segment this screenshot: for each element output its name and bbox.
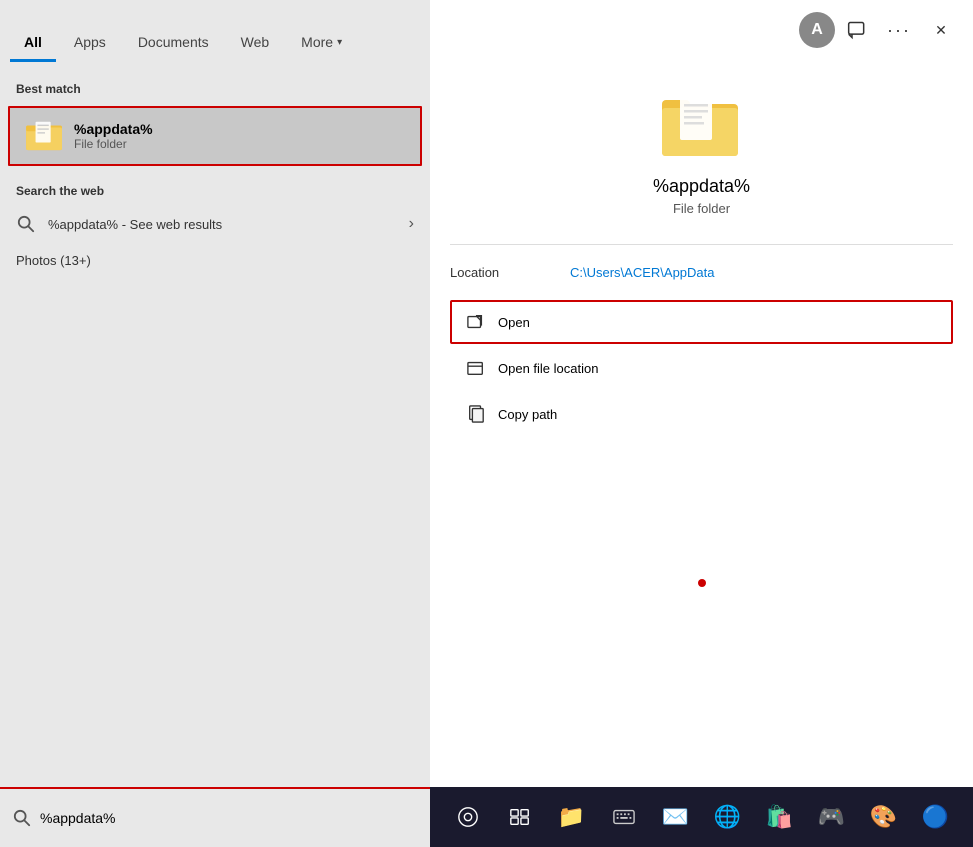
web-search-header: Search the web	[0, 178, 430, 204]
chevron-down-icon: ▾	[337, 37, 342, 48]
taskbar-file-explorer[interactable]: 📁	[550, 795, 594, 839]
taskbar-xbox[interactable]: 🎮	[810, 795, 854, 839]
web-search-text: %appdata% - See web results	[48, 217, 409, 232]
open-file-location-label: Open file location	[498, 361, 598, 376]
best-match-item[interactable]: %appdata% File folder	[8, 106, 422, 166]
search-input[interactable]	[40, 810, 418, 826]
folder-type: File folder	[673, 201, 730, 216]
taskbar-start[interactable]	[446, 795, 490, 839]
detail-divider	[450, 244, 953, 245]
tab-web[interactable]: Web	[227, 24, 284, 60]
photos-section[interactable]: Photos (13+)	[0, 244, 430, 278]
web-search-item[interactable]: %appdata% - See web results ›	[0, 204, 430, 244]
action-buttons: Open Open file location Copy path	[430, 292, 973, 446]
taskbar-keyboard[interactable]	[602, 795, 646, 839]
search-icon	[16, 214, 36, 234]
chat-button[interactable]	[837, 10, 877, 50]
arrow-right-icon: ›	[409, 215, 414, 233]
search-panel: All Apps Documents Web More ▾ Best match	[0, 0, 430, 847]
close-button[interactable]: ✕	[921, 10, 961, 50]
search-bar	[0, 787, 430, 847]
tab-apps[interactable]: Apps	[60, 24, 120, 60]
taskbar-store[interactable]: 🛍️	[758, 795, 802, 839]
detail-panel: A ··· ✕	[430, 0, 973, 787]
taskbar-figma[interactable]: 🎨	[862, 795, 906, 839]
taskbar-chrome[interactable]: 🔵	[914, 795, 958, 839]
taskbar-edge[interactable]: 🌐	[706, 795, 750, 839]
location-row: Location C:\Users\ACER\AppData	[430, 253, 973, 292]
copy-path-icon	[464, 402, 488, 426]
open-file-location-icon	[464, 356, 488, 380]
location-path-link[interactable]: C:\Users\ACER\AppData	[570, 265, 715, 280]
ellipsis-icon: ···	[887, 20, 911, 41]
tab-all[interactable]: All	[10, 24, 56, 60]
tab-bar: All Apps Documents Web More ▾	[0, 0, 430, 60]
open-icon	[464, 310, 488, 334]
taskbar: 📁 ✉️ 🌐 🛍️ 🎮 🎨 🔵	[430, 787, 973, 847]
best-match-header: Best match	[0, 76, 430, 102]
red-dot-indicator	[698, 579, 706, 587]
tab-documents[interactable]: Documents	[124, 24, 223, 60]
folder-icon-large	[662, 90, 742, 160]
tab-more[interactable]: More ▾	[287, 24, 356, 60]
folder-preview: %appdata% File folder	[430, 60, 973, 236]
taskbar-task-view[interactable]	[498, 795, 542, 839]
best-match-title: %appdata%	[74, 121, 153, 137]
folder-icon	[26, 118, 62, 154]
search-content: Best match %appdata% File folder	[0, 60, 430, 787]
best-match-subtitle: File folder	[74, 137, 153, 151]
open-file-location-button[interactable]: Open file location	[450, 346, 953, 390]
close-icon: ✕	[935, 22, 947, 39]
open-label: Open	[498, 315, 530, 330]
taskbar-mail[interactable]: ✉️	[654, 795, 698, 839]
best-match-text: %appdata% File folder	[74, 121, 153, 151]
detail-topbar: A ··· ✕	[430, 0, 973, 60]
folder-name: %appdata%	[653, 176, 750, 197]
search-bar-icon	[12, 808, 32, 828]
copy-path-button[interactable]: Copy path	[450, 392, 953, 436]
more-options-button[interactable]: ···	[879, 10, 919, 50]
open-button[interactable]: Open	[450, 300, 953, 344]
avatar[interactable]: A	[799, 12, 835, 48]
location-label: Location	[450, 265, 570, 280]
copy-path-label: Copy path	[498, 407, 557, 422]
photos-label: Photos (13+)	[16, 253, 91, 268]
